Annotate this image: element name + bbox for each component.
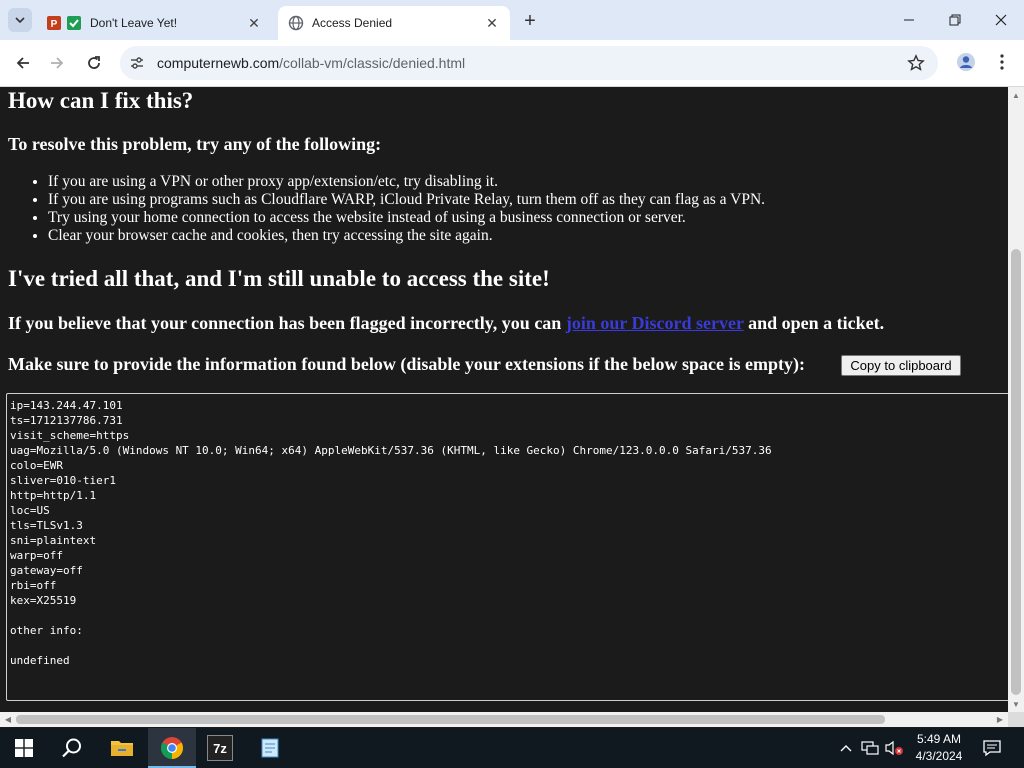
svg-text:P: P [51, 19, 58, 30]
new-tab-button[interactable]: + [518, 10, 542, 32]
reload-button[interactable] [79, 48, 109, 78]
tab-access-denied[interactable]: Access Denied ✕ [278, 6, 510, 40]
tab-dont-leave-yet[interactable]: P Don't Leave Yet! ✕ [40, 6, 272, 40]
list-item: If you are using programs such as Cloudf… [48, 191, 765, 209]
search-icon [62, 738, 81, 758]
url-text: computernewb.com/collab-vm/classic/denie… [157, 55, 465, 71]
flagged-paragraph: If you believe that your connection has … [8, 313, 884, 334]
subheading-resolve: To resolve this problem, try any of the … [8, 134, 382, 154]
copy-to-clipboard-button[interactable]: Copy to clipboard [841, 355, 961, 376]
browser-menu-icon[interactable] [992, 48, 1012, 76]
horizontal-scroll-thumb[interactable] [16, 715, 885, 724]
profile-icon[interactable] [952, 48, 980, 76]
list-item: If you are using a VPN or other proxy ap… [48, 173, 765, 191]
list-item: Try using your home connection to access… [48, 209, 765, 227]
network-icon[interactable] [860, 738, 880, 758]
list-item: Clear your browser cache and cookies, th… [48, 227, 765, 245]
scroll-down-icon[interactable]: ▼ [1008, 696, 1024, 712]
close-icon [995, 14, 1007, 26]
scroll-right-icon[interactable]: ▶ [992, 712, 1008, 727]
close-window-button[interactable] [978, 6, 1024, 34]
bookmark-star-icon[interactable] [903, 54, 929, 72]
tab-strip: P Don't Leave Yet! ✕ Access Denied ✕ + [0, 0, 1024, 40]
scrollbar-corner [1008, 712, 1024, 727]
provide-info-text: Make sure to provide the information fou… [8, 354, 806, 374]
restore-icon [949, 14, 961, 26]
clock-date: 4/3/2024 [915, 749, 963, 763]
fix-list: If you are using a VPN or other proxy ap… [28, 173, 765, 245]
url-path: /collab-vm/classic/denied.html [279, 55, 466, 71]
reload-icon [88, 56, 100, 69]
close-tab-icon[interactable]: ✕ [244, 13, 264, 33]
vertical-scrollbar[interactable]: ▲ ▼ [1008, 87, 1024, 712]
discord-link[interactable]: join our Discord server [566, 313, 744, 333]
forward-arrow-icon [51, 57, 64, 69]
scroll-left-icon[interactable]: ◀ [0, 712, 16, 727]
address-bar[interactable]: computernewb.com/collab-vm/classic/denie… [120, 46, 938, 80]
horizontal-scrollbar[interactable]: ◀ ▶ [0, 712, 1008, 727]
url-host: computernewb.com [157, 55, 280, 71]
vertical-scroll-thumb[interactable] [1011, 249, 1021, 695]
windows-logo-icon [15, 739, 33, 757]
page-content: How can I fix this? To resolve this prob… [0, 87, 1008, 712]
scroll-up-icon[interactable]: ▲ [1008, 87, 1024, 103]
site-info-icon[interactable] [128, 54, 146, 72]
minimize-icon [904, 19, 914, 21]
7zip-taskbar-button[interactable]: 7z [196, 728, 244, 768]
flagged-text: If you believe that your connection has … [8, 313, 566, 333]
folder-icon [111, 741, 133, 756]
start-button[interactable] [0, 728, 48, 768]
show-hidden-icons-icon[interactable] [836, 738, 856, 758]
chevron-down-icon [15, 17, 25, 24]
taskbar: 7z 5:49 AM 4/3/2024 [0, 728, 1024, 768]
close-tab-icon[interactable]: ✕ [482, 13, 502, 33]
7zip-icon: 7z [207, 735, 233, 761]
info-text: ip=143.244.47.101 ts=1712137786.731 visi… [10, 399, 772, 667]
browser-toolbar: computernewb.com/collab-vm/classic/denie… [0, 40, 1024, 87]
notepad-taskbar-button[interactable] [246, 728, 294, 768]
restore-button[interactable] [932, 6, 978, 34]
notification-icon[interactable] [982, 738, 1002, 758]
info-textarea[interactable]: ip=143.244.47.101 ts=1712137786.731 visi… [6, 393, 1008, 701]
chrome-icon [161, 737, 183, 759]
globe-icon [288, 15, 304, 31]
tab-title: Don't Leave Yet! [90, 16, 178, 30]
system-clock[interactable]: 5:49 AM 4/3/2024 [906, 731, 972, 765]
search-button[interactable] [48, 728, 96, 768]
minimize-button[interactable] [886, 6, 932, 34]
flagged-text-end: and open a ticket. [743, 313, 885, 333]
notepad-icon [261, 738, 279, 758]
powerpoint-icon: P [46, 15, 62, 31]
volume-muted-icon[interactable] [884, 738, 904, 758]
clock-time: 5:49 AM [916, 732, 962, 746]
tab-search-button[interactable] [8, 8, 32, 32]
chrome-taskbar-button[interactable] [148, 728, 196, 768]
file-explorer-button[interactable] [98, 728, 146, 768]
checkbox-icon [66, 15, 82, 31]
back-arrow-icon [16, 57, 29, 69]
heading-still-unable: I've tried all that, and I'm still unabl… [8, 266, 550, 291]
forward-button[interactable] [42, 48, 72, 78]
tab-title: Access Denied [312, 16, 393, 30]
heading-how-to-fix: How can I fix this? [8, 88, 194, 113]
back-button[interactable] [8, 48, 38, 78]
